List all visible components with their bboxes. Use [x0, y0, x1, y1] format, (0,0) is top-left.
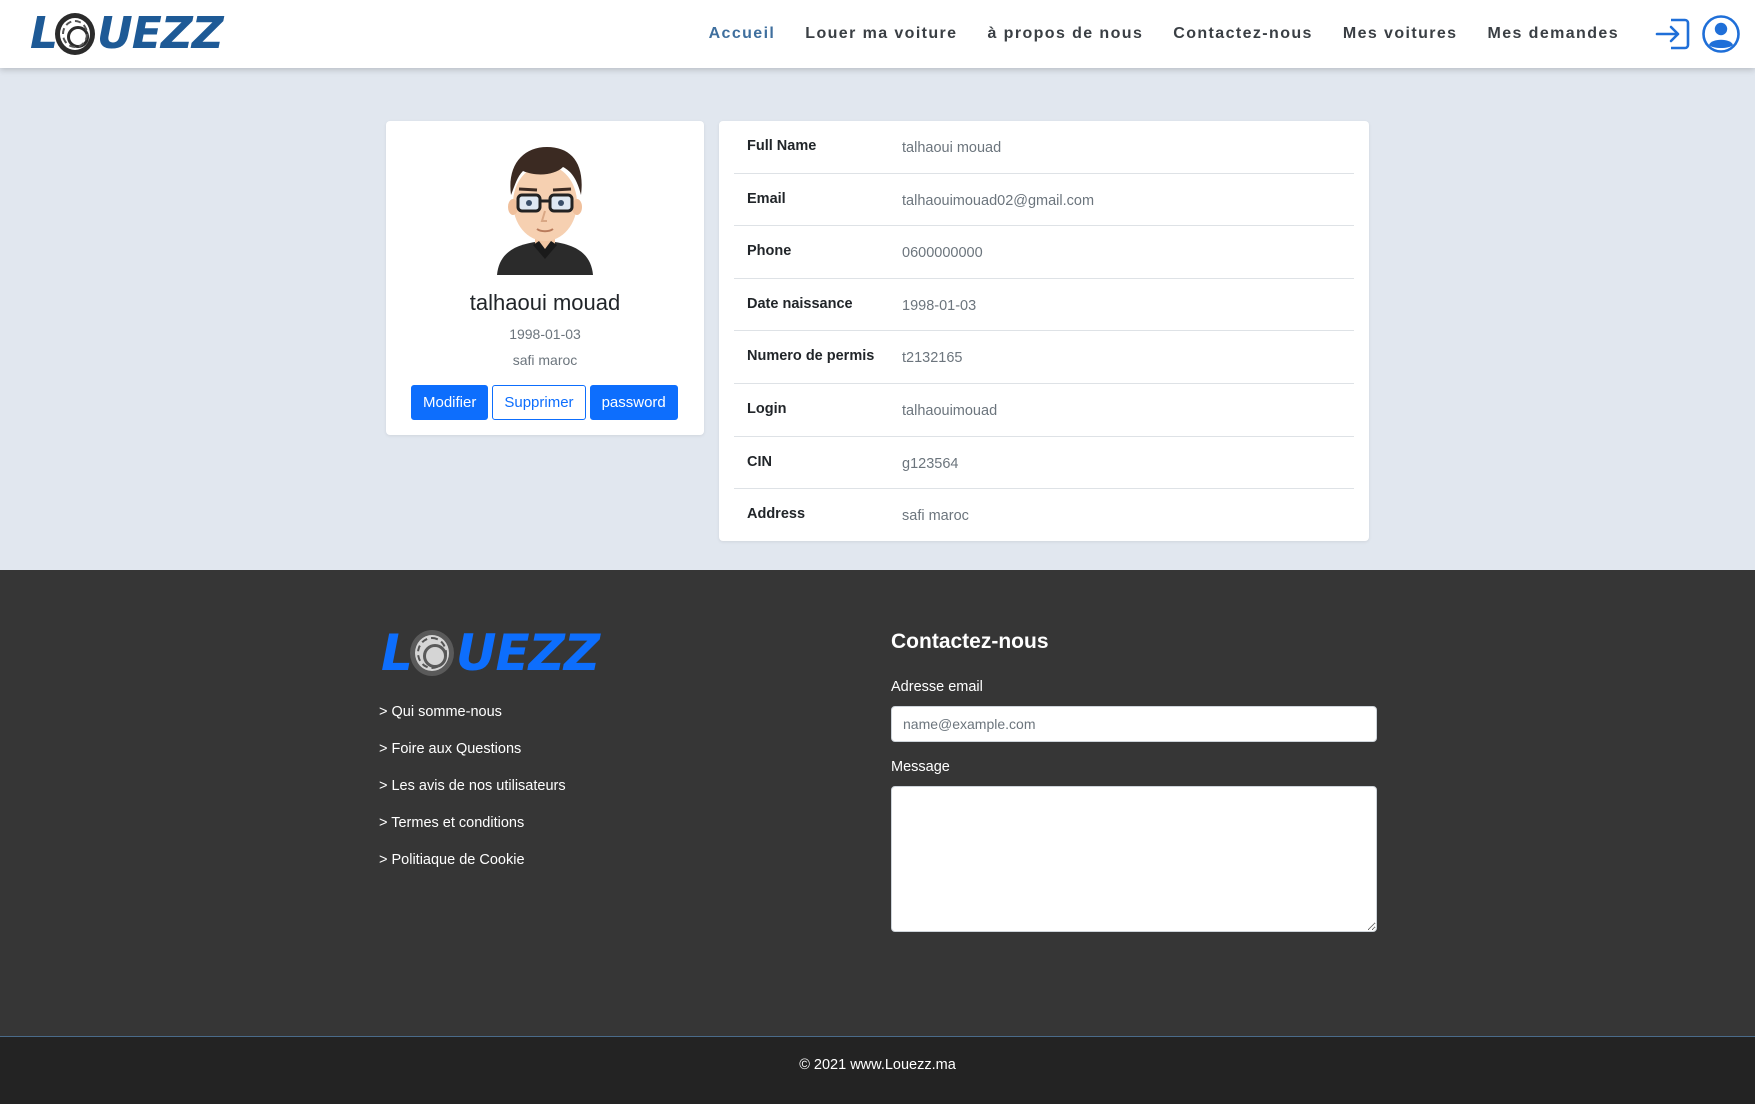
logo-letter: L [30, 8, 58, 59]
detail-row-full-name: Full Name talhaoui mouad [734, 121, 1354, 174]
footer-link-terms[interactable]: > Termes et conditions [379, 815, 566, 852]
footer-link-about[interactable]: > Qui somme-nous [379, 704, 566, 741]
detail-row-cin: CIN g123564 [734, 437, 1354, 490]
detail-label: CIN [747, 453, 772, 470]
contact-message-textarea[interactable] [891, 786, 1377, 932]
footer-link-faq[interactable]: > Foire aux Questions [379, 741, 566, 778]
nav-item-a-propos[interactable]: à propos de nous [988, 25, 1144, 43]
detail-label: Date naissance [747, 295, 853, 312]
detail-row-birthdate: Date naissance 1998-01-03 [734, 279, 1354, 332]
detail-value: safi maroc [902, 508, 969, 525]
top-navbar: L UEZZ Accueil Louer ma voiture à propos… [0, 0, 1755, 68]
detail-value: g123564 [902, 455, 959, 472]
detail-label: Login [747, 400, 787, 417]
detail-value: 0600000000 [902, 245, 983, 262]
avatar [497, 147, 593, 275]
footer-link-cookie-policy[interactable]: > Politiaque de Cookie [379, 852, 566, 889]
email-label: Adresse email [891, 679, 983, 695]
brand-logo[interactable]: L UEZZ [30, 8, 224, 59]
detail-row-email: Email talhaouimouad02@gmail.com [734, 174, 1354, 227]
nav-menu: Accueil Louer ma voiture à propos de nou… [679, 0, 1619, 68]
nav-icons [1645, 14, 1741, 54]
detail-row-login: Login talhaouimouad [734, 384, 1354, 437]
nav-item-louer-ma-voiture[interactable]: Louer ma voiture [805, 25, 957, 43]
detail-value: talhaoui mouad [902, 140, 1002, 156]
profile-city: safi maroc [512, 352, 578, 368]
profile-actions: Modifier Supprimer password [411, 385, 682, 420]
contact-email-input[interactable] [891, 706, 1377, 742]
detail-label: Phone [747, 243, 792, 260]
detail-value: t2132165 [902, 350, 963, 367]
footer: L UEZZ > Qui somme-nous > Foire aux Ques… [0, 570, 1755, 1036]
profile-card: talhaoui mouad 1998-01-03 safi maroc Mod… [386, 121, 704, 435]
detail-value: talhaouimouad [902, 402, 998, 419]
footer-logo[interactable]: L UEZZ [381, 624, 600, 682]
detail-label: Email [747, 190, 786, 207]
footer-logo-letters: UEZZ [455, 624, 600, 682]
contact-title: Contactez-nous [891, 630, 1049, 653]
footer-link-reviews[interactable]: > Les avis de nos utilisateurs [379, 778, 566, 815]
copyright-bar: © 2021 www.Louezz.ma [0, 1036, 1755, 1104]
nav-item-mes-demandes[interactable]: Mes demandes [1487, 25, 1619, 43]
delete-button[interactable]: Supprimer [492, 385, 586, 420]
detail-value: talhaouimouad02@gmail.com [902, 192, 1095, 209]
footer-links: > Qui somme-nous > Foire aux Questions >… [379, 704, 566, 889]
nav-item-mes-voitures[interactable]: Mes voitures [1343, 25, 1458, 43]
detail-row-address: Address safi maroc [734, 489, 1354, 542]
detail-row-phone: Phone 0600000000 [734, 226, 1354, 279]
logo-letters: UEZZ [97, 8, 224, 59]
profile-details-card: Full Name talhaoui mouad Email talhaouim… [719, 121, 1369, 541]
detail-label: Numero de permis [747, 348, 875, 365]
detail-row-license-number: Numero de permis t2132165 [734, 331, 1354, 384]
profile-birthdate: 1998-01-03 [509, 326, 581, 342]
login-icon[interactable] [1653, 14, 1693, 54]
modify-button[interactable]: Modifier [411, 385, 489, 420]
profile-name: talhaoui mouad [469, 290, 621, 315]
tire-icon [409, 630, 454, 676]
nav-item-accueil[interactable]: Accueil [709, 25, 776, 43]
footer-logo-letter: L [381, 624, 413, 682]
detail-value: 1998-01-03 [902, 297, 977, 314]
user-account-icon[interactable] [1701, 14, 1741, 54]
password-button[interactable]: password [589, 385, 678, 420]
nav-item-contactez-nous[interactable]: Contactez-nous [1173, 25, 1313, 43]
detail-label: Address [747, 506, 806, 523]
message-label: Message [891, 759, 950, 775]
tire-icon [55, 13, 96, 55]
detail-label: Full Name [747, 138, 817, 154]
